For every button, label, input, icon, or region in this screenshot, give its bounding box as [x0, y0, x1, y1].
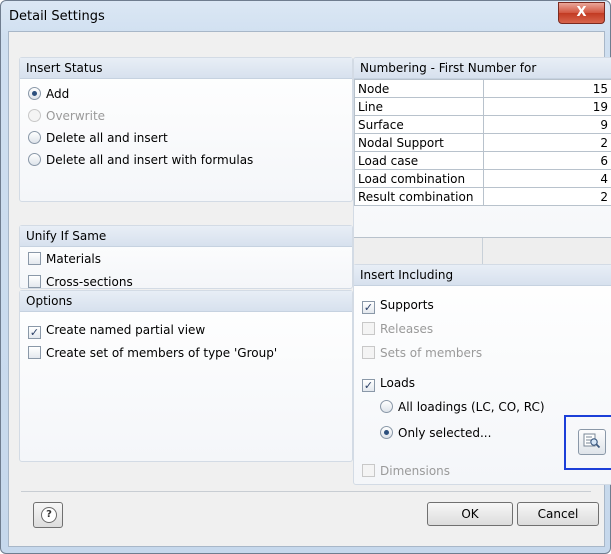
radio-delete-all-insert-formulas[interactable]: Delete all and insert with formulas	[28, 150, 253, 170]
close-button[interactable]: X	[558, 2, 605, 24]
table-row[interactable]: Result combination 2	[354, 187, 611, 206]
checkbox-supports-label: Supports	[380, 298, 434, 312]
numbering-table: Node 15 Line 19 Surface 9 Nodal Support 2 Lo…	[354, 79, 611, 206]
footer-separator	[21, 491, 591, 492]
options-header: Options	[20, 291, 352, 312]
numbering-header: Numbering - First Number for	[354, 58, 611, 79]
row-value[interactable]: 15	[483, 79, 611, 98]
magnifier-list-icon	[583, 433, 601, 449]
checkbox-sets-of-members-label: Sets of members	[380, 346, 483, 360]
cancel-button[interactable]: Cancel	[517, 502, 599, 526]
checkbox-icon	[28, 252, 41, 265]
checkbox-sets-of-members: Sets of members	[362, 343, 482, 363]
row-value[interactable]: 19	[483, 97, 611, 116]
radio-checked-icon	[28, 87, 41, 100]
radio-delete-all-insert-formulas-label: Delete all and insert with formulas	[46, 153, 254, 167]
options-group: Options ✓ Create named partial view Creat…	[19, 290, 353, 462]
table-row[interactable]: Load combination 4	[354, 169, 611, 188]
checkbox-icon	[362, 346, 375, 359]
radio-overwrite-label: Overwrite	[46, 109, 106, 123]
unify-header: Unify If Same	[20, 226, 352, 247]
insert-including-group: Insert Including ✓ Supports Releases Sets…	[353, 264, 611, 485]
radio-only-selected-label: Only selected...	[398, 426, 492, 440]
checkbox-loads[interactable]: ✓ Loads	[362, 373, 415, 393]
radio-delete-all-insert[interactable]: Delete all and insert	[28, 128, 168, 148]
row-value[interactable]: 2	[483, 133, 611, 152]
table-row[interactable]: Line 19	[354, 97, 611, 116]
checkbox-releases: Releases	[362, 319, 433, 339]
checkbox-materials-label: Materials	[46, 252, 102, 266]
dialog-title: Detail Settings	[9, 9, 105, 24]
checkbox-materials[interactable]: Materials	[28, 249, 101, 269]
checkbox-icon	[362, 322, 375, 335]
checkbox-cross-sections-label: Cross-sections	[46, 275, 133, 289]
row-value[interactable]: 4	[483, 169, 611, 188]
detail-settings-dialog: Detail Settings X Insert Status Add Over…	[0, 0, 611, 554]
radio-icon	[28, 109, 41, 122]
title-bar: Detail Settings X	[1, 1, 610, 31]
radio-only-selected[interactable]: Only selected...	[380, 423, 491, 443]
row-label: Surface	[354, 115, 484, 134]
row-label: Load case	[354, 151, 484, 170]
row-value[interactable]: 6	[483, 151, 611, 170]
checkbox-icon	[28, 346, 41, 359]
checkbox-dimensions: Dimensions	[362, 461, 450, 481]
insert-including-header: Insert Including	[354, 265, 611, 286]
checkmark-icon: ✓	[362, 301, 375, 314]
unify-group: Unify If Same Materials Cross-sections	[19, 225, 353, 289]
radio-all-loadings-label: All loadings (LC, CO, RC)	[398, 400, 545, 414]
radio-add[interactable]: Add	[28, 84, 69, 104]
radio-icon	[28, 131, 41, 144]
table-row[interactable]: Node 15	[354, 79, 611, 98]
row-value[interactable]: 9	[483, 115, 611, 134]
checkbox-set-of-members-group-label: Create set of members of type 'Group'	[46, 346, 278, 360]
ok-button[interactable]: OK	[427, 502, 513, 526]
row-label: Nodal Support	[354, 133, 484, 152]
help-icon: ?	[41, 507, 57, 523]
row-label: Load combination	[354, 169, 484, 188]
checkmark-icon: ✓	[362, 379, 375, 392]
checkbox-releases-label: Releases	[380, 322, 434, 336]
radio-checked-icon	[380, 426, 393, 439]
table-row[interactable]: Load case 6	[354, 151, 611, 170]
radio-add-label: Add	[46, 87, 70, 101]
dialog-body: Insert Status Add Overwrite Delete all a…	[8, 31, 611, 547]
radio-delete-all-insert-label: Delete all and insert	[46, 131, 168, 145]
insert-status-group: Insert Status Add Overwrite Delete all a…	[19, 57, 353, 202]
checkbox-icon	[28, 275, 41, 288]
checkbox-named-partial-view-label: Create named partial view	[46, 323, 206, 337]
checkbox-dimensions-label: Dimensions	[380, 464, 451, 478]
checkbox-named-partial-view[interactable]: ✓ Create named partial view	[28, 320, 205, 340]
row-label: Line	[354, 97, 484, 116]
insert-status-header: Insert Status	[20, 58, 352, 79]
checkmark-icon: ✓	[28, 326, 41, 339]
table-row[interactable]: Surface 9	[354, 115, 611, 134]
close-icon: X	[576, 5, 587, 20]
checkbox-loads-label: Loads	[380, 376, 416, 390]
table-row[interactable]: Nodal Support 2	[354, 133, 611, 152]
radio-icon	[380, 400, 393, 413]
radio-icon	[28, 153, 41, 166]
checkbox-icon	[362, 464, 375, 477]
row-label: Result combination	[354, 187, 484, 206]
checkbox-cross-sections[interactable]: Cross-sections	[28, 272, 133, 292]
select-loads-button[interactable]	[578, 429, 606, 455]
row-label: Node	[354, 79, 484, 98]
checkbox-set-of-members-group[interactable]: Create set of members of type 'Group'	[28, 343, 277, 363]
radio-all-loadings[interactable]: All loadings (LC, CO, RC)	[380, 397, 545, 417]
checkbox-supports[interactable]: ✓ Supports	[362, 295, 434, 315]
row-value[interactable]: 2	[483, 187, 611, 206]
help-button[interactable]: ?	[33, 502, 63, 528]
radio-overwrite: Overwrite	[28, 106, 105, 126]
numbering-group: Numbering - First Number for Node 15 Line…	[353, 57, 611, 274]
